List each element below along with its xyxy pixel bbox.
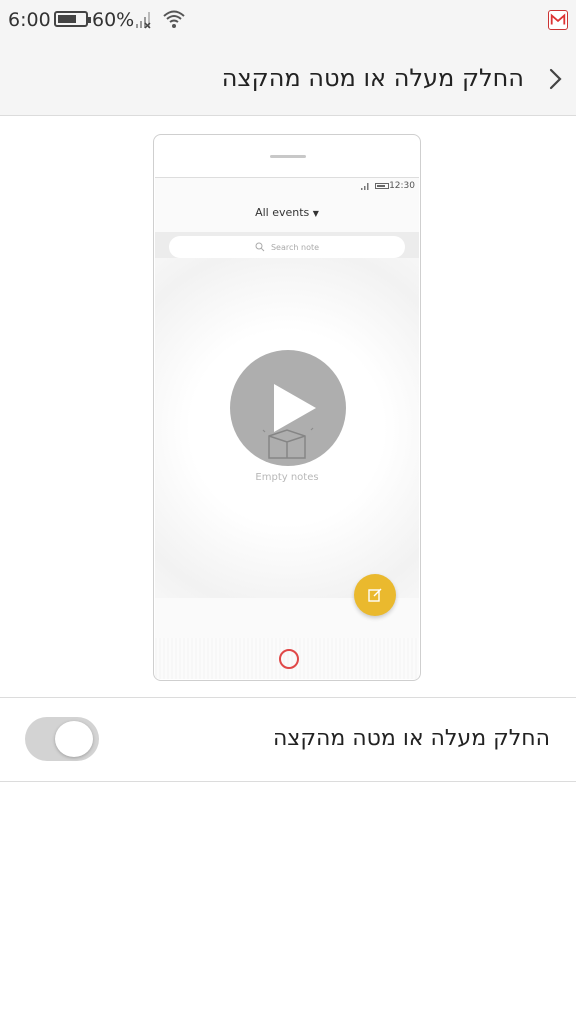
top-app-bar: החלק מעלה או מטה מהקצה [0,40,576,116]
status-time: 6:00 [8,9,51,31]
gmail-icon [548,10,568,30]
new-note-fab [354,574,396,616]
preview-signal-icon [361,183,369,190]
caret-down-icon: ▼ [312,209,319,218]
page-title: החלק מעלה או מטה מהקצה [221,64,524,92]
setting-label: החלק מעלה או מטה מהקצה [272,726,550,751]
battery-icon [54,11,91,27]
preview-title: All events ▼ [155,206,419,219]
setting-row[interactable]: החלק מעלה או מטה מהקצה [0,698,576,781]
preview-title-text: All events [255,206,310,219]
preview-status-bar: 12:30 [155,178,419,194]
preview-time: 12:30 [389,181,415,191]
switch-knob [55,721,93,757]
status-bar: 6:00 60% [0,0,576,40]
home-button-icon [279,649,299,669]
play-icon [274,384,316,432]
empty-notes-label: Empty notes [255,472,319,483]
preview-search-placeholder: Search note [270,242,320,252]
chevron-right-icon[interactable] [544,66,566,92]
battery-percent: 60% [92,9,135,31]
gesture-toggle-switch[interactable] [25,717,99,761]
signal-icon [136,12,151,29]
preview-search-field: Search note [169,236,405,258]
edit-note-icon [368,588,382,602]
wifi-icon [163,10,185,28]
phone-speaker [270,155,306,158]
search-icon [255,242,265,252]
divider [0,781,576,782]
play-button[interactable] [230,350,346,466]
preview-battery-icon [375,183,389,189]
preview-nav-bar [155,638,419,679]
